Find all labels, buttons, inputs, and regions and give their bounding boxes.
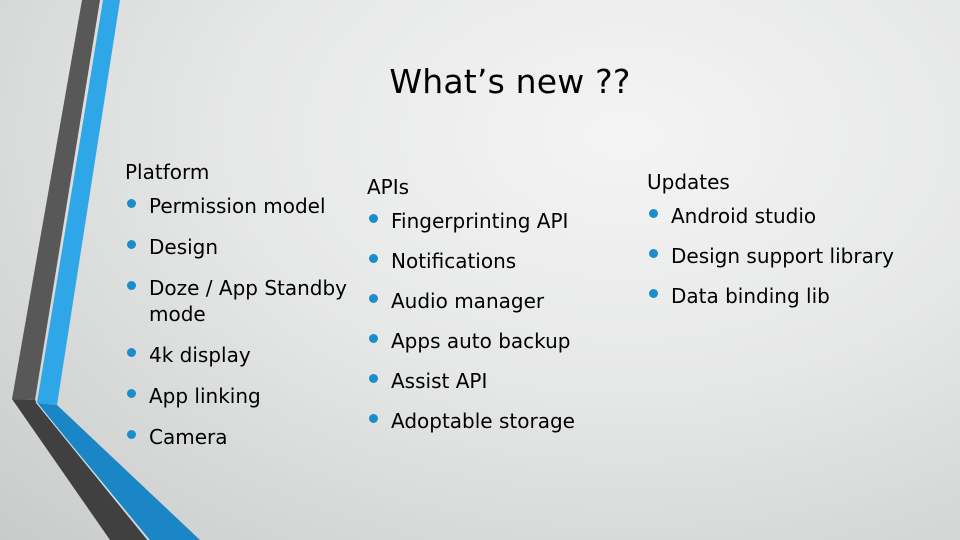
list-item: 4k display <box>125 342 355 368</box>
bullet-icon <box>127 281 136 290</box>
list-item: Camera <box>125 424 355 450</box>
list-item: Audio manager <box>367 288 607 314</box>
list-item: Assist API <box>367 368 607 394</box>
bullet-list: Permission model Design Doze / App Stand… <box>125 193 355 450</box>
bullet-icon <box>369 214 378 223</box>
column-heading: Platform <box>125 160 210 184</box>
bullet-icon <box>127 389 136 398</box>
list-item: Adoptable storage <box>367 408 607 434</box>
bullet-icon <box>649 209 658 218</box>
bullet-list: Fingerprinting API Notifications Audio m… <box>367 208 607 434</box>
column-platform: Platform Permission model Design Doze / … <box>125 159 355 465</box>
column-updates: Updates Android studio Design support li… <box>647 169 917 323</box>
bullet-icon <box>369 254 378 263</box>
list-item: Android studio <box>647 203 917 229</box>
bullet-icon <box>369 374 378 383</box>
list-item: Design support library <box>647 243 917 269</box>
column-apis: APIs Fingerprinting API Notifications Au… <box>367 174 607 448</box>
bullet-icon <box>369 294 378 303</box>
bullet-icon <box>127 240 136 249</box>
list-item: Notifications <box>367 248 607 274</box>
bullet-icon <box>369 414 378 423</box>
list-item: Apps auto backup <box>367 328 607 354</box>
list-item: App linking <box>125 383 355 409</box>
list-item: Fingerprinting API <box>367 208 607 234</box>
bullet-list: Android studio Design support library Da… <box>647 203 917 309</box>
bullet-icon <box>369 334 378 343</box>
list-item: Doze / App Standby mode <box>125 275 355 327</box>
bullet-icon <box>127 199 136 208</box>
bullet-icon <box>127 348 136 357</box>
bullet-icon <box>127 430 136 439</box>
slide-title: What’s new ?? <box>389 62 631 101</box>
list-item: Permission model <box>125 193 355 219</box>
bullet-icon <box>649 289 658 298</box>
list-item: Data binding lib <box>647 283 917 309</box>
column-heading: Updates <box>647 170 730 194</box>
bullet-icon <box>649 249 658 258</box>
column-heading: APIs <box>367 175 410 199</box>
list-item: Design <box>125 234 355 260</box>
